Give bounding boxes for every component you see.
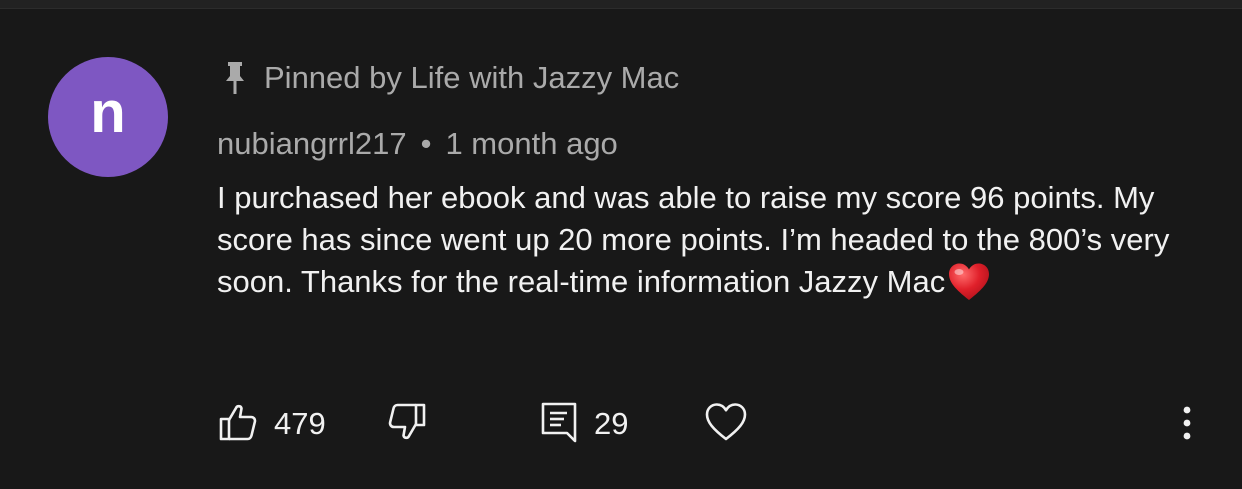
avatar[interactable]: n <box>48 57 168 177</box>
red-heart-emoji <box>947 262 991 302</box>
pinned-badge: Pinned by Life with Jazzy Mac <box>222 58 679 98</box>
comment-thread: n Pinned by Life with Jazzy Mac nubiangr… <box>0 0 1242 489</box>
more-vertical-icon <box>1172 402 1202 447</box>
comment-actions: 479 29 <box>0 400 1242 448</box>
comment-timestamp[interactable]: 1 month ago <box>445 126 617 162</box>
reply-button[interactable]: 29 <box>540 400 628 448</box>
comment-meta: nubiangrrl217 • 1 month ago <box>217 124 618 164</box>
pinned-text: Pinned by Life with Jazzy Mac <box>264 60 680 95</box>
thumbs-up-icon <box>218 402 258 447</box>
thumbs-down-icon <box>387 402 427 447</box>
reply-count: 29 <box>594 406 629 441</box>
comment-icon <box>540 401 578 448</box>
author-name[interactable]: nubiangrrl217 <box>217 126 407 162</box>
meta-separator: • <box>420 126 432 161</box>
comment-body: I purchased her ebook and was able to ra… <box>217 177 1177 303</box>
avatar-letter: n <box>90 80 126 145</box>
comment-text: I purchased her ebook and was able to ra… <box>217 180 1178 299</box>
heart-icon <box>704 402 748 447</box>
creator-heart-button[interactable] <box>704 400 748 448</box>
like-button[interactable]: 479 <box>218 400 326 448</box>
more-options-button[interactable] <box>1172 400 1202 448</box>
pin-icon <box>222 61 248 95</box>
like-count: 479 <box>274 406 326 441</box>
dislike-button[interactable] <box>387 400 427 448</box>
